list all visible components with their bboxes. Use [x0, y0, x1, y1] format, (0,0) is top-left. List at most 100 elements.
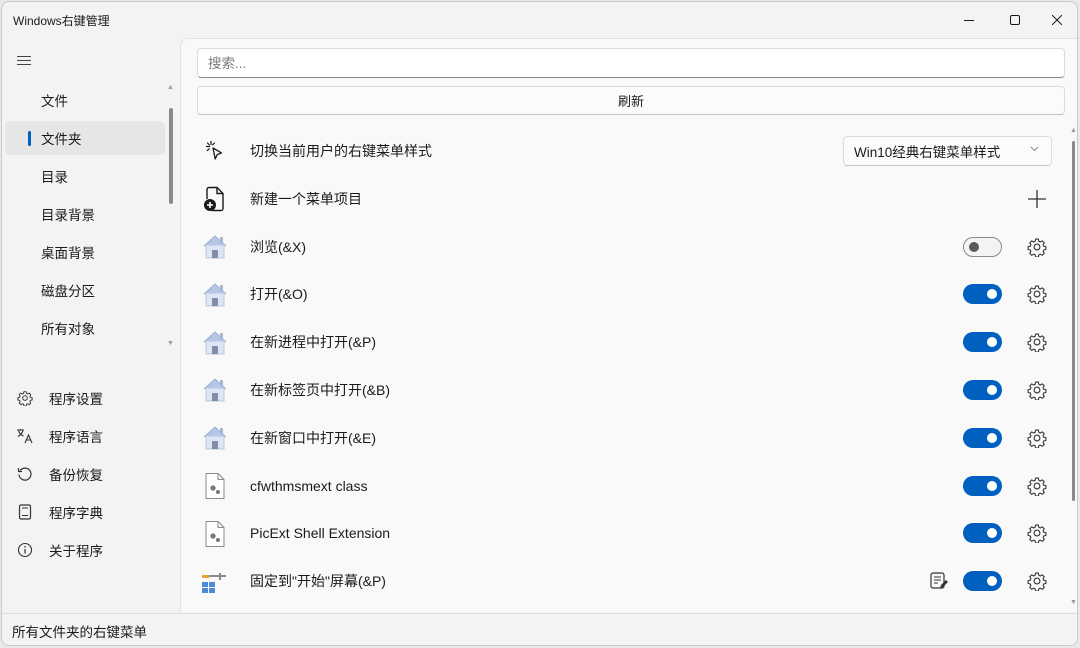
category-nav: 文件 文件夹 目录 目录背景 桌面背景 磁盘分区 所有对象: [5, 83, 165, 349]
menu-item-label: cfwthmsmext class: [250, 477, 368, 494]
menu-item-toggle[interactable]: [963, 236, 1002, 257]
gear-icon[interactable]: [1026, 331, 1048, 353]
sidebar-item-label: 关于程序: [49, 544, 103, 559]
menu-item-toggle[interactable]: [963, 571, 1002, 592]
gear-icon[interactable]: [1026, 427, 1048, 449]
refresh-button[interactable]: 刷新: [197, 86, 1065, 115]
content-scrollbar[interactable]: ▲ ▼: [1069, 127, 1077, 609]
menu-item-toggle[interactable]: [963, 332, 1002, 353]
menu-item-row: 固定到"开始"屏幕(&P): [197, 558, 1057, 605]
gear-icon: [15, 388, 35, 408]
language-icon: [15, 426, 35, 446]
sidebar-item-drive[interactable]: 磁盘分区: [5, 273, 165, 307]
menu-item-toggle[interactable]: [963, 379, 1002, 400]
scroll-up-arrow-icon[interactable]: ▲: [1070, 127, 1077, 134]
program-nav: 程序设置 程序语言 备份恢复 程序字典 关于程序: [5, 381, 165, 571]
sidebar-item-label: 文件夹: [41, 132, 82, 147]
dictionary-icon: [15, 502, 35, 522]
new-item-row: 新建一个菜单项目: [197, 175, 1057, 222]
sidebar-item-program-language[interactable]: 程序语言: [5, 419, 165, 453]
dropdown-selected-value: Win10经典右键菜单样式: [854, 144, 1001, 160]
menu-item-row: 在新标签页中打开(&B): [197, 366, 1057, 413]
sidebar-item-folder[interactable]: 文件夹: [5, 121, 165, 155]
refresh-button-label: 刷新: [617, 94, 644, 109]
gear-icon[interactable]: [1026, 570, 1048, 592]
menu-style-dropdown[interactable]: Win10经典右键菜单样式: [843, 135, 1052, 166]
settings-file-icon: [199, 518, 231, 550]
menu-item-label: 在新标签页中打开(&B): [250, 381, 390, 398]
sidebar-item-program-settings[interactable]: 程序设置: [5, 381, 165, 415]
menu-item-row: cfwthmsmext class: [197, 462, 1057, 509]
click-cursor-icon: [199, 135, 231, 167]
sidebar-item-backup-restore[interactable]: 备份恢复: [5, 457, 165, 491]
house-icon: [199, 422, 231, 454]
sidebar-item-desktop-background[interactable]: 桌面背景: [5, 235, 165, 269]
info-icon: [15, 540, 35, 560]
menu-item-toggle[interactable]: [963, 475, 1002, 496]
menu-style-label: 切换当前用户的右键菜单样式: [250, 142, 432, 159]
sidebar-item-about[interactable]: 关于程序: [5, 533, 165, 567]
menu-item-label: 在新进程中打开(&P): [250, 334, 376, 351]
sidebar-item-label: 备份恢复: [49, 468, 103, 483]
house-icon: [199, 279, 231, 311]
chevron-down-icon: [1030, 146, 1039, 151]
gear-icon[interactable]: [1026, 522, 1048, 544]
search-input[interactable]: [197, 48, 1065, 78]
edit-icon[interactable]: [928, 570, 950, 592]
sidebar-item-label: 文件: [41, 94, 68, 109]
main-content: 刷新 切换当前用户的右键菜单样式 Win10经典右键菜单样式 新建一个菜单项目 …: [180, 38, 1077, 612]
menu-item-label: 打开(&O): [250, 286, 308, 303]
menu-toggle-button[interactable]: [12, 48, 36, 72]
menu-item-toggle[interactable]: [963, 284, 1002, 305]
sidebar-item-directory-background[interactable]: 目录背景: [5, 197, 165, 231]
scroll-up-arrow-icon[interactable]: ▲: [167, 84, 174, 91]
sidebar-item-label: 所有对象: [41, 322, 95, 337]
sidebar-item-label: 程序设置: [49, 392, 103, 407]
minimize-button[interactable]: [946, 2, 992, 38]
menu-item-row: PicExt Shell Extension: [197, 510, 1057, 557]
window-title: Windows右键管理: [13, 14, 110, 28]
menu-item-label: PicExt Shell Extension: [250, 525, 391, 542]
scrollbar-thumb[interactable]: [169, 108, 173, 204]
scrollbar-thumb[interactable]: [1072, 141, 1075, 501]
scroll-down-arrow-icon[interactable]: ▼: [167, 340, 174, 347]
gear-icon[interactable]: [1026, 236, 1048, 258]
menu-item-toggle[interactable]: [963, 523, 1002, 544]
sidebar: 文件 文件夹 目录 目录背景 桌面背景 磁盘分区 所有对象 ▲ ▼ 程序设置 程…: [2, 38, 180, 612]
pin-start-icon: [199, 566, 231, 598]
plus-icon: [1028, 189, 1046, 208]
add-item-button[interactable]: [1026, 188, 1048, 210]
status-text: 所有文件夹的右键菜单: [12, 624, 147, 640]
menu-item-row: 打开(&O): [197, 271, 1057, 318]
sidebar-scrollbar[interactable]: ▲ ▼: [166, 84, 178, 352]
house-icon: [199, 374, 231, 406]
hamburger-icon: [17, 55, 31, 65]
menu-item-row: 在新进程中打开(&P): [197, 319, 1057, 366]
gear-icon[interactable]: [1026, 283, 1048, 305]
menu-style-row: 切换当前用户的右键菜单样式 Win10经典右键菜单样式: [197, 127, 1057, 174]
new-file-icon: [199, 183, 231, 215]
sidebar-item-file[interactable]: 文件: [5, 83, 165, 117]
house-icon: [199, 231, 231, 263]
house-icon: [199, 327, 231, 359]
sidebar-item-label: 程序字典: [49, 506, 103, 521]
sidebar-item-program-dictionary[interactable]: 程序字典: [5, 495, 165, 529]
sidebar-item-all-objects[interactable]: 所有对象: [5, 311, 165, 345]
sidebar-item-label: 目录: [41, 170, 68, 185]
sidebar-item-directory[interactable]: 目录: [5, 159, 165, 193]
menu-item-row: 浏览(&X): [197, 223, 1057, 270]
minimize-icon: [964, 20, 974, 21]
menu-item-label: 固定到"开始"屏幕(&P): [250, 573, 386, 590]
menu-item-row: 在新窗口中打开(&E): [197, 414, 1057, 461]
sidebar-item-label: 目录背景: [41, 208, 95, 223]
gear-icon[interactable]: [1026, 475, 1048, 497]
status-bar: 所有文件夹的右键菜单: [2, 613, 1077, 645]
menu-item-toggle[interactable]: [963, 427, 1002, 448]
new-item-label: 新建一个菜单项目: [250, 190, 362, 207]
maximize-button[interactable]: [992, 2, 1038, 38]
scroll-down-arrow-icon[interactable]: ▼: [1070, 599, 1077, 606]
sidebar-item-label: 桌面背景: [41, 246, 95, 261]
close-button[interactable]: [1034, 2, 1077, 38]
gear-icon[interactable]: [1026, 379, 1048, 401]
menu-item-label: 浏览(&X): [250, 238, 306, 255]
